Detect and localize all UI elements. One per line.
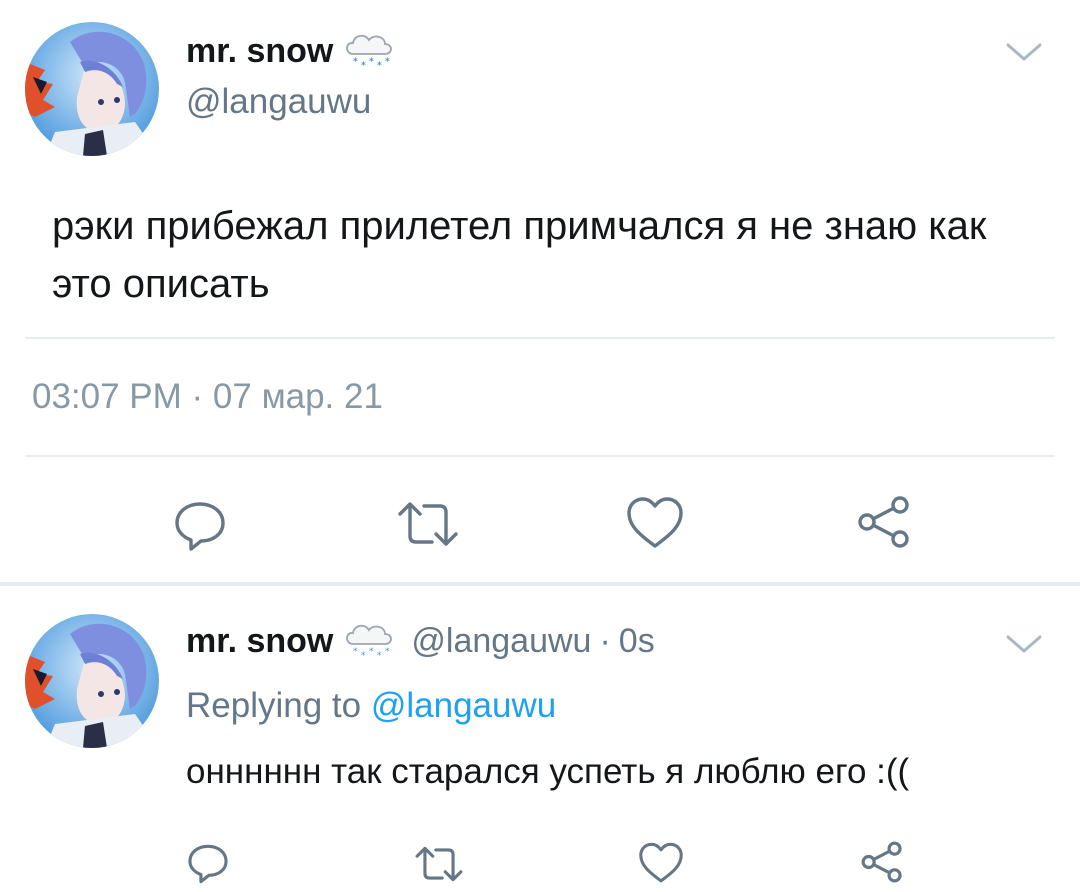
tweet-text: рэки прибежал прилетел примчался я не зн…: [52, 204, 987, 306]
retweet-icon: [415, 846, 463, 882]
retweet-button[interactable]: [414, 845, 464, 883]
reply-button[interactable]: [186, 840, 230, 884]
svg-text:*: *: [361, 651, 366, 661]
tweet-text: онннннн так старался успеть я люблю его …: [186, 752, 910, 791]
divider: [25, 337, 1055, 339]
snow-cloud-icon: * * * * *: [346, 34, 393, 71]
like-button[interactable]: [626, 496, 684, 550]
reply-icon: [175, 502, 225, 551]
timestamp[interactable]: 03:07 PM · 07 мар. 21: [32, 377, 383, 417]
svg-text:*: *: [377, 651, 382, 661]
heart-icon: [639, 842, 683, 883]
tweet-detail-screen: mr. snow * * * * * @langauwu рэки прибежал…: [0, 0, 1080, 892]
retweet-button[interactable]: [396, 500, 460, 548]
share-icon: [861, 841, 902, 883]
avatar-image: [25, 614, 159, 748]
chevron-down-icon[interactable]: [1004, 632, 1044, 656]
svg-text:*: *: [361, 61, 366, 71]
share-button[interactable]: [860, 840, 904, 884]
chevron-down-icon[interactable]: [1004, 40, 1044, 64]
handle[interactable]: @langauwu: [411, 622, 591, 661]
svg-text:*: *: [353, 647, 358, 657]
share-icon: [858, 496, 909, 548]
section-divider: [0, 582, 1080, 586]
tweet-age: 0s: [618, 621, 655, 660]
retweet-icon: [398, 502, 458, 546]
svg-text:*: *: [377, 61, 382, 71]
handle[interactable]: @langauwu: [186, 82, 371, 122]
separator-dot: ·: [599, 621, 611, 660]
svg-text:*: *: [385, 647, 390, 657]
svg-text:*: *: [369, 647, 374, 657]
reply-icon: [188, 844, 228, 884]
display-name[interactable]: mr. snow * * * * *: [186, 30, 397, 72]
svg-text:*: *: [369, 57, 374, 67]
avatar[interactable]: [25, 22, 159, 156]
replying-to-mention[interactable]: @langauwu: [371, 686, 556, 725]
svg-text:*: *: [353, 57, 358, 67]
replying-to-prefix: Replying to: [186, 686, 362, 725]
avatar[interactable]: [25, 614, 159, 748]
replying-to: Replying to @langauwu: [186, 686, 556, 726]
reply-button[interactable]: [172, 496, 228, 552]
svg-text:*: *: [385, 57, 390, 67]
reply-header: mr. snow * * * * * @langauwu · 0s: [186, 620, 655, 662]
snow-cloud-icon: * * * * *: [346, 624, 393, 661]
divider: [25, 455, 1055, 457]
display-name-text: mr. snow: [186, 31, 334, 70]
display-name[interactable]: mr. snow: [186, 622, 333, 661]
share-button[interactable]: [856, 494, 912, 550]
avatar-image: [25, 22, 159, 156]
like-button[interactable]: [638, 842, 684, 884]
heart-icon: [627, 497, 683, 548]
